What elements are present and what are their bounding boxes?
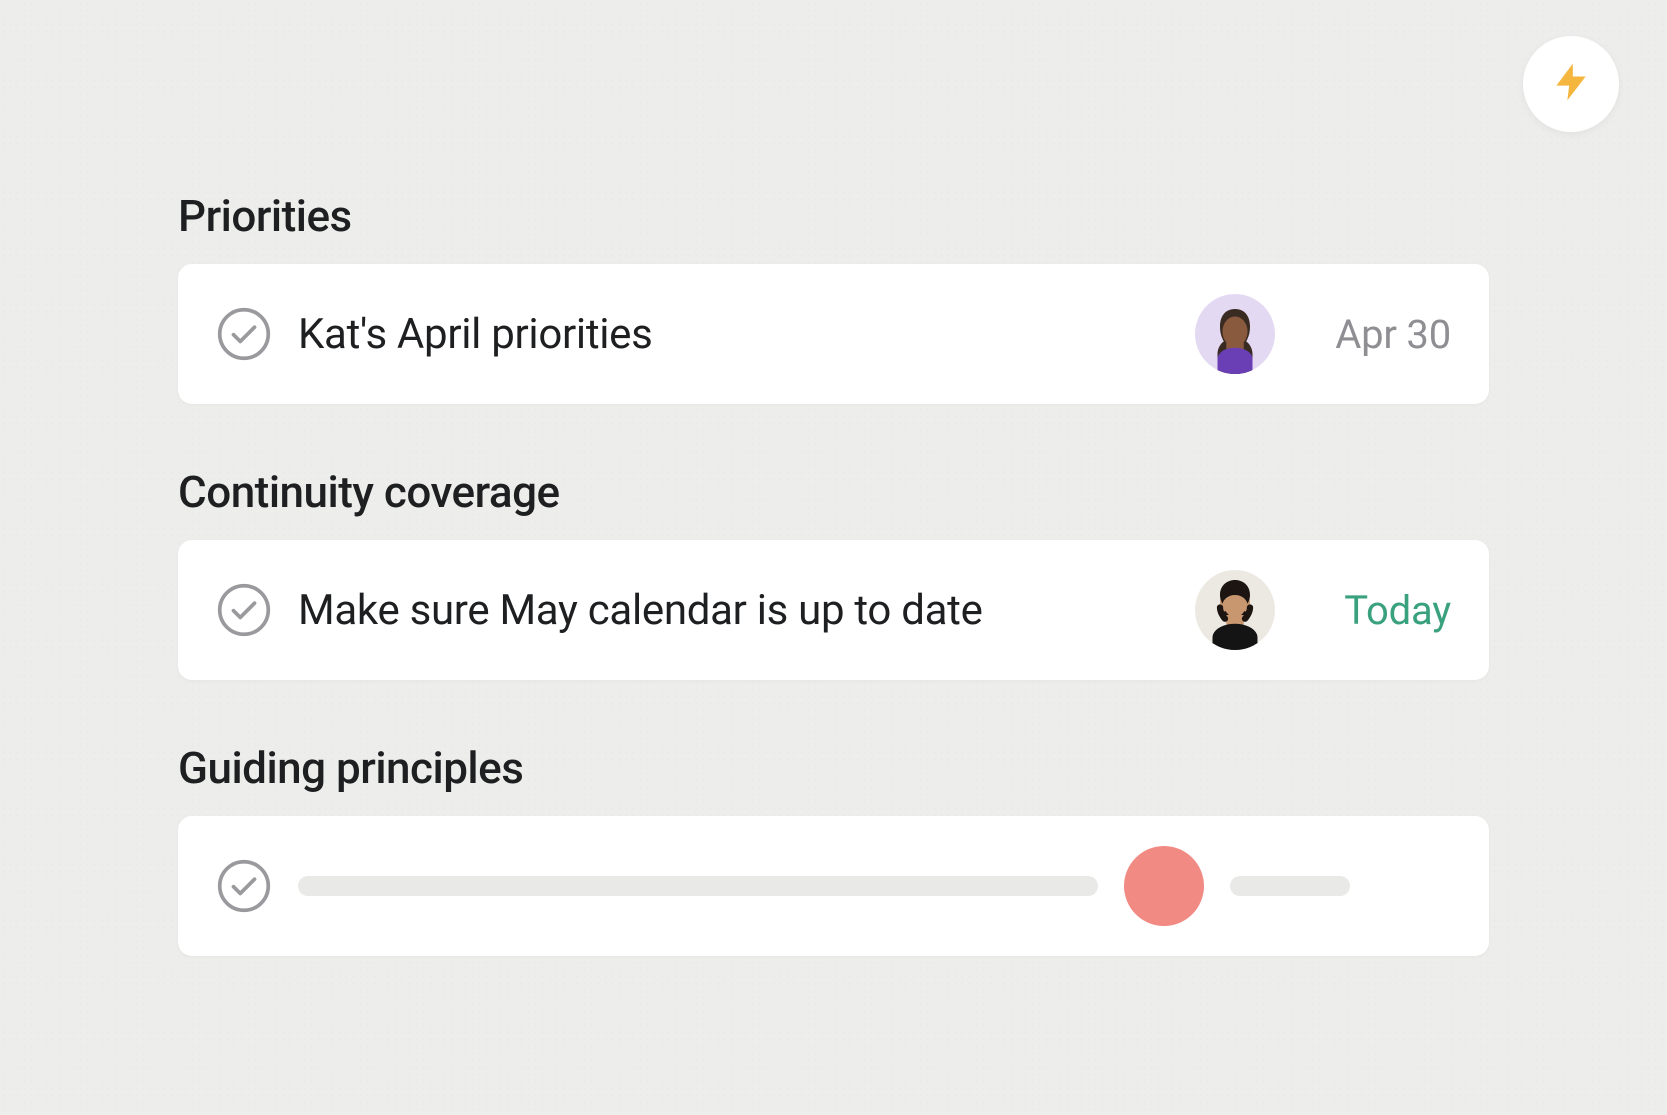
task-row[interactable] [178,816,1489,956]
section-title: Guiding principles [178,742,1489,794]
task-sections: Priorities Kat's April priorities Apr 30 [178,190,1489,1018]
section-priorities: Priorities Kat's April priorities Apr 30 [178,190,1489,404]
complete-checkbox[interactable] [216,858,272,914]
section-title: Continuity coverage [178,466,1489,518]
complete-checkbox[interactable] [216,582,272,638]
assignee-avatar-placeholder[interactable] [1124,846,1204,926]
complete-checkbox[interactable] [216,306,272,362]
task-row[interactable]: Kat's April priorities Apr 30 [178,264,1489,404]
due-date: Apr 30 [1301,311,1451,358]
task-title-placeholder [298,876,1098,896]
task-row[interactable]: Make sure May calendar is up to date Tod… [178,540,1489,680]
assignee-avatar[interactable] [1195,570,1275,650]
section-guiding: Guiding principles [178,742,1489,956]
assignee-avatar[interactable] [1195,294,1275,374]
task-title: Kat's April priorities [298,310,1169,359]
lightning-button[interactable] [1523,36,1619,132]
task-title: Make sure May calendar is up to date [298,586,1169,635]
section-continuity: Continuity coverage Make sure May calend… [178,466,1489,680]
due-date-placeholder [1230,876,1350,896]
lightning-icon [1549,60,1593,108]
due-date: Today [1301,587,1451,634]
section-title: Priorities [178,190,1489,242]
